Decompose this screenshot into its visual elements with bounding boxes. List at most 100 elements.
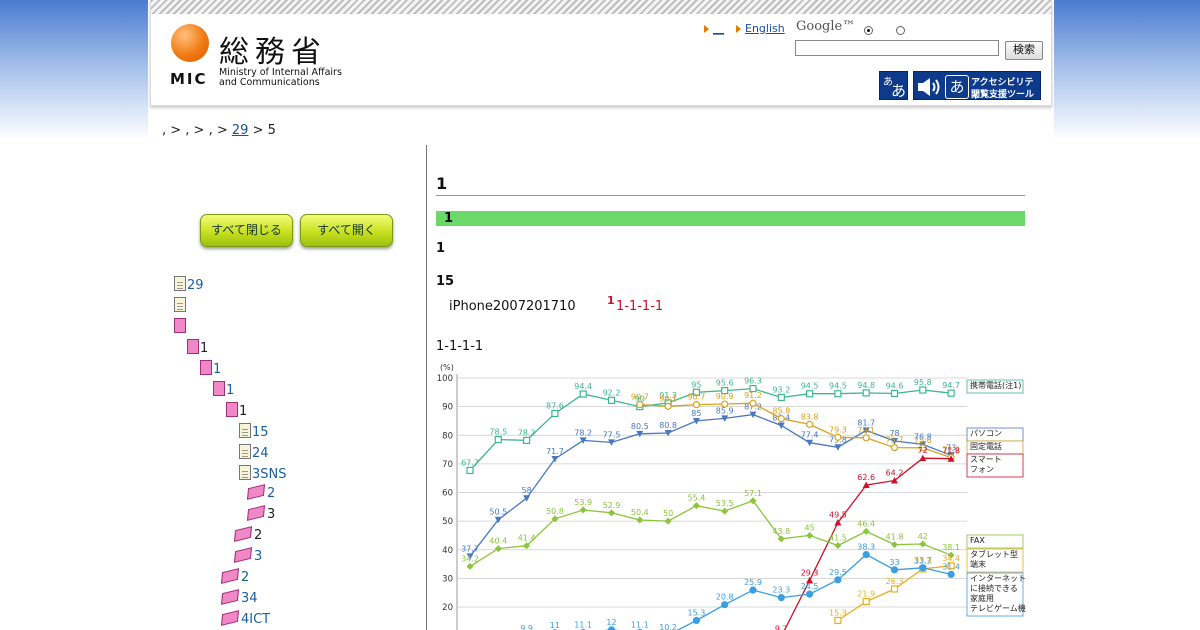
tree-item-label[interactable]: 3SNS: [252, 467, 287, 482]
tree-item[interactable]: 15: [239, 423, 269, 440]
data-label: 34.2: [461, 554, 479, 563]
header-link-japanese[interactable]: __: [704, 22, 724, 35]
tree-item-label[interactable]: 4ICT: [241, 612, 270, 627]
tree-item[interactable]: 1: [226, 402, 247, 419]
data-label: 95.8: [914, 378, 932, 387]
document-icon: [174, 276, 186, 291]
data-point: [579, 506, 587, 514]
legend-label: テレビゲーム機: [970, 603, 1026, 613]
tree-item[interactable]: 1: [187, 339, 208, 356]
y-tick-label: 60: [442, 489, 453, 499]
tree-item-label[interactable]: 2: [267, 486, 275, 501]
data-point: [834, 390, 842, 398]
data-label: 79.1: [857, 426, 875, 435]
tree-item[interactable]: [174, 297, 187, 314]
data-label: 94.8: [857, 381, 875, 390]
tree-item[interactable]: 2: [246, 484, 275, 501]
data-label: 46.4: [857, 519, 875, 528]
data-point: [721, 601, 729, 609]
logo-abbr[interactable]: MIC: [170, 70, 208, 88]
book-icon: [220, 589, 240, 605]
figure-reference-link[interactable]: 1-1-1-1: [616, 299, 663, 314]
tree-item[interactable]: 1: [200, 360, 221, 377]
tree-item[interactable]: 3: [233, 547, 262, 564]
logo-english[interactable]: Ministry of Internal Affairs and Communi…: [219, 68, 342, 88]
series-line: [469, 387, 952, 471]
data-label: 58: [522, 486, 532, 495]
tree-item[interactable]: 2: [233, 526, 263, 543]
data-label: 90.7: [631, 393, 649, 402]
data-point: [777, 422, 785, 430]
tree-item-label[interactable]: 1: [213, 362, 221, 377]
data-point: [806, 531, 814, 539]
data-label: 75.6: [914, 436, 932, 445]
tree-item[interactable]: 24: [239, 444, 269, 461]
tree-item-label[interactable]: 3: [254, 549, 262, 564]
close-all-button[interactable]: すべて閉じる: [200, 214, 293, 247]
logo-emblem-icon[interactable]: [171, 24, 209, 62]
footnote-superscript[interactable]: 1: [607, 294, 615, 307]
data-label: 91.2: [744, 391, 762, 400]
data-point: [466, 466, 474, 475]
data-label: 85: [691, 409, 701, 418]
data-label: 85.8: [772, 407, 790, 416]
line-chart: 20 30 40 50 60 70 80 90 100 (%) 67.7 78.5 78.2 87.6 94…: [437, 363, 1026, 630]
data-point: [551, 409, 559, 418]
tree-item[interactable]: 1: [213, 381, 234, 398]
tree-item-label: 2: [254, 528, 263, 543]
y-tick-label: 20: [442, 603, 453, 613]
tree-item[interactable]: 3: [246, 505, 276, 522]
data-label: 80.8: [659, 421, 677, 430]
accessibility-tool-button[interactable]: あ アクセシビリティ 閲覧支援ツール: [913, 71, 1041, 101]
legend-label: 家庭用: [970, 593, 994, 603]
tree-item-label[interactable]: 34: [241, 591, 258, 606]
data-label: 96.3: [744, 377, 762, 386]
data-point: [608, 509, 615, 517]
data-point: [806, 420, 814, 428]
y-tick-label: 80: [442, 431, 453, 441]
tree-item[interactable]: 29: [174, 276, 204, 293]
data-point: [777, 393, 785, 402]
data-point: [749, 586, 757, 594]
font-size-toggle-button[interactable]: あ あ: [879, 71, 908, 100]
data-label: 49.5: [829, 511, 847, 520]
data-label: 85.9: [716, 406, 734, 415]
tree-item-label[interactable]: 24: [252, 446, 269, 461]
search-scope-radio-site[interactable]: [864, 26, 873, 35]
tree-item[interactable]: 4ICT: [220, 610, 270, 627]
tree-item[interactable]: 2: [220, 568, 249, 585]
tree-item-label[interactable]: 29: [187, 278, 204, 293]
data-label: 21.9: [857, 590, 875, 599]
header-link-english[interactable]: English: [736, 22, 785, 35]
y-tick-label: 90: [442, 403, 453, 413]
series-line: [837, 565, 952, 622]
data-label: 29.5: [829, 568, 847, 577]
data-point: [834, 576, 842, 584]
search-input[interactable]: [795, 40, 999, 56]
data-label: 45: [805, 523, 815, 532]
subheading-1: 1: [436, 241, 446, 256]
tree-item[interactable]: [174, 318, 187, 335]
tree-item-label[interactable]: 2: [241, 570, 249, 585]
search-scope-radio-web[interactable]: [896, 26, 905, 35]
legend-label: FAX: [970, 536, 985, 545]
data-point: [749, 399, 757, 407]
legend-label: 携帯電話(注1): [970, 380, 1021, 390]
data-label: 72: [918, 446, 928, 455]
data-point: [919, 386, 927, 394]
data-label: 90.7: [687, 393, 705, 402]
tree-item-label[interactable]: 1: [226, 383, 234, 398]
logo-kanji[interactable]: 総務省: [219, 27, 327, 71]
tree-item-label: 3: [267, 507, 276, 522]
series-line: [469, 500, 952, 567]
breadcrumb-link-29[interactable]: 29: [232, 123, 249, 138]
data-point: [777, 415, 785, 423]
tree-item[interactable]: 3SNS: [239, 465, 287, 482]
data-label: 77.4: [801, 431, 819, 440]
open-all-button[interactable]: すべて開く: [300, 214, 393, 247]
breadcrumb: , > , > , > 29 > 5: [162, 123, 276, 138]
tree-item-label[interactable]: 15: [252, 425, 269, 440]
data-label: 53.5: [716, 499, 734, 508]
tree-item[interactable]: 34: [220, 589, 258, 606]
search-button[interactable]: 検索: [1005, 41, 1043, 60]
